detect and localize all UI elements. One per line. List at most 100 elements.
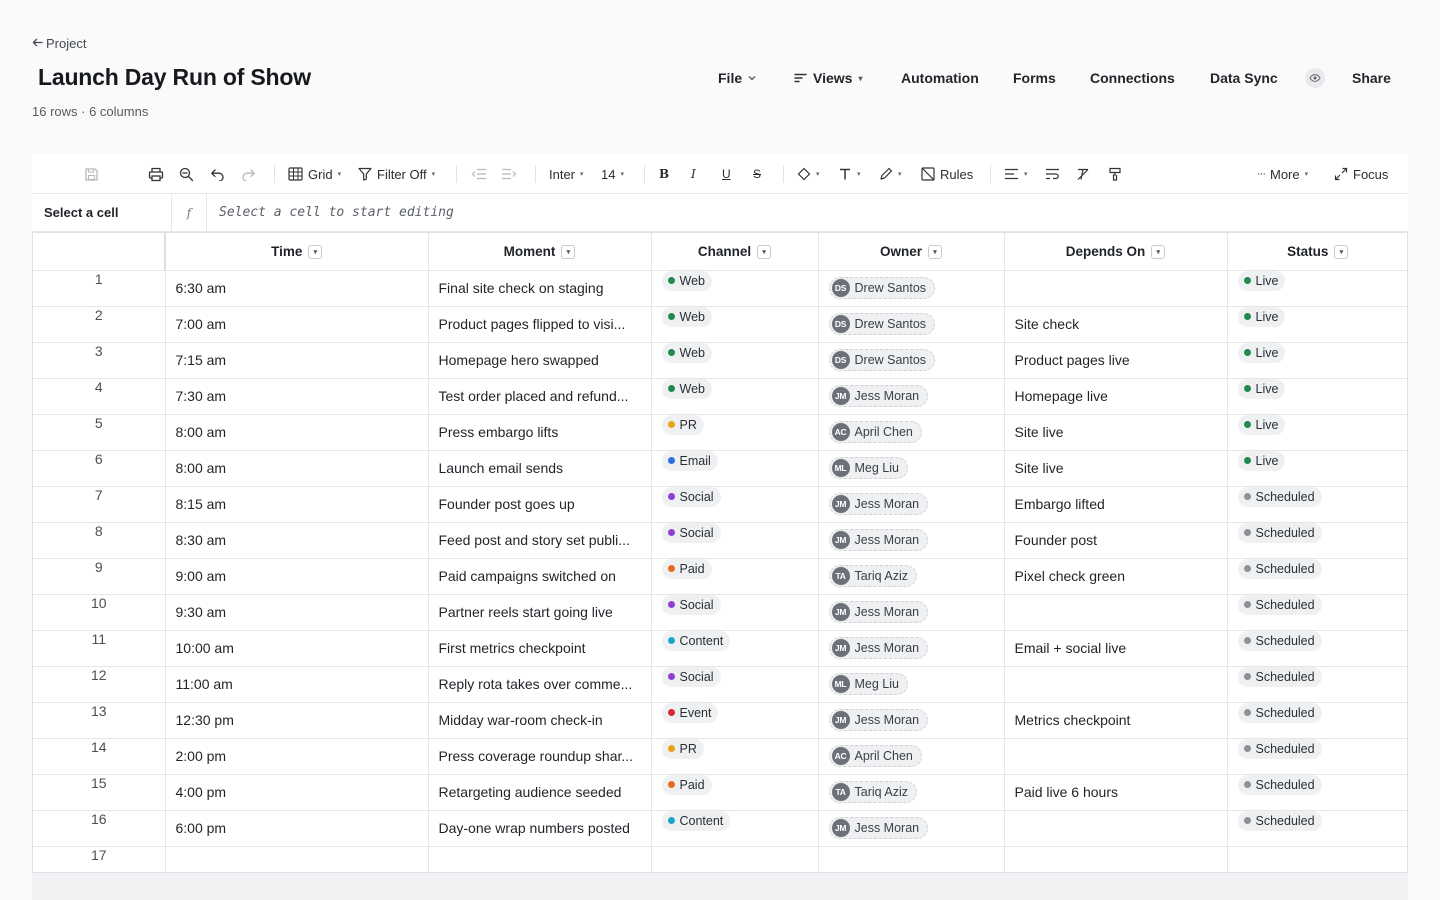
column-header-depends-on[interactable]: Depends On ▾	[1004, 233, 1228, 271]
cell-depends-on[interactable]: Product pages live	[1004, 342, 1228, 379]
cell-moment[interactable]: Press embargo lifts	[428, 414, 652, 451]
cell-status[interactable]: Scheduled	[1227, 522, 1407, 559]
cell-moment[interactable]: Retargeting audience seeded	[428, 774, 652, 811]
cell-channel[interactable]: Social	[651, 594, 819, 631]
row-number[interactable]: 5	[33, 414, 166, 451]
cell-depends-on[interactable]	[1004, 270, 1228, 307]
row-number[interactable]: 6	[33, 450, 166, 487]
empty-cell[interactable]	[651, 846, 819, 872]
cell-owner[interactable]: JM Jess Moran	[818, 522, 1005, 559]
wrap-text-button[interactable]	[1045, 164, 1060, 184]
cell-time[interactable]: 8:00 am	[165, 450, 429, 487]
cell-time[interactable]: 2:00 pm	[165, 738, 429, 775]
font-size-select[interactable]: 14 ▾	[601, 164, 624, 184]
row-number[interactable]: 2	[33, 306, 166, 343]
cell-channel[interactable]: Social	[651, 486, 819, 523]
fill-color-button[interactable]: ▾	[797, 164, 820, 184]
cell-time[interactable]: 7:15 am	[165, 342, 429, 379]
column-header-time[interactable]: Time ▾	[165, 233, 429, 271]
align-button[interactable]: ▾	[1004, 164, 1028, 184]
cell-owner[interactable]: TA Tariq Aziz	[818, 774, 1005, 811]
formula-input[interactable]	[207, 194, 1397, 231]
cell-status[interactable]: Scheduled	[1227, 702, 1407, 739]
border-color-button[interactable]: ▾	[879, 164, 902, 184]
empty-cell[interactable]	[428, 846, 652, 872]
cell-status[interactable]: Live	[1227, 414, 1407, 451]
outdent-button[interactable]	[471, 164, 487, 184]
cell-time[interactable]: 9:30 am	[165, 594, 429, 631]
cell-depends-on[interactable]: Site check	[1004, 306, 1228, 343]
cell-time[interactable]: 7:00 am	[165, 306, 429, 343]
cell-time[interactable]: 8:30 am	[165, 522, 429, 559]
cell-time[interactable]: 10:00 am	[165, 630, 429, 667]
row-number[interactable]: 15	[33, 774, 166, 811]
cell-depends-on[interactable]: Email + social live	[1004, 630, 1228, 667]
row-number[interactable]: 17	[33, 846, 166, 872]
row-number[interactable]: 10	[33, 594, 166, 631]
empty-cell[interactable]	[818, 846, 1005, 872]
cell-moment[interactable]: Midday war-room check-in	[428, 702, 652, 739]
row-number[interactable]: 8	[33, 522, 166, 559]
cell-channel[interactable]: Event	[651, 702, 819, 739]
cell-time[interactable]: 11:00 am	[165, 666, 429, 703]
cell-owner[interactable]: AC April Chen	[818, 414, 1005, 451]
cell-channel[interactable]: Content	[651, 810, 819, 847]
connections-menu[interactable]: Connections	[1090, 66, 1175, 90]
column-menu-icon[interactable]: ▾	[928, 244, 942, 259]
cell-depends-on[interactable]: Pixel check green	[1004, 558, 1228, 595]
cell-time[interactable]: 6:00 pm	[165, 810, 429, 847]
cell-status[interactable]: Scheduled	[1227, 594, 1407, 631]
cell-channel[interactable]: Web	[651, 270, 819, 307]
cell-status[interactable]: Scheduled	[1227, 738, 1407, 775]
strikethrough-button[interactable]: S	[753, 164, 761, 184]
format-painter-button[interactable]	[1108, 164, 1122, 184]
cell-depends-on[interactable]: Site live	[1004, 450, 1228, 487]
column-header-channel[interactable]: Channel ▾	[651, 233, 819, 271]
cell-status[interactable]: Scheduled	[1227, 666, 1407, 703]
column-menu-icon[interactable]: ▾	[1151, 244, 1166, 259]
empty-cell[interactable]	[1004, 846, 1228, 872]
cell-channel[interactable]: PR	[651, 738, 819, 775]
underline-button[interactable]: U	[722, 164, 731, 184]
cell-time[interactable]: 12:30 pm	[165, 702, 429, 739]
share-button[interactable]: Share	[1352, 66, 1391, 90]
cell-time[interactable]: 9:00 am	[165, 558, 429, 595]
cell-depends-on[interactable]	[1004, 738, 1228, 775]
cell-owner[interactable]: JM Jess Moran	[818, 810, 1005, 847]
cell-moment[interactable]: Test order placed and refund...	[428, 378, 652, 415]
cell-time[interactable]: 7:30 am	[165, 378, 429, 415]
cell-depends-on[interactable]	[1004, 594, 1228, 631]
forms-menu[interactable]: Forms	[1013, 66, 1056, 90]
cell-owner[interactable]: JM Jess Moran	[818, 702, 1005, 739]
cell-depends-on[interactable]: Founder post	[1004, 522, 1228, 559]
cell-owner[interactable]: TA Tariq Aziz	[818, 558, 1005, 595]
cell-channel[interactable]: PR	[651, 414, 819, 451]
indent-button[interactable]	[501, 164, 517, 184]
cell-status[interactable]: Live	[1227, 306, 1407, 343]
rules-button[interactable]: Rules	[921, 164, 973, 184]
row-number[interactable]: 11	[33, 630, 166, 667]
column-header-status[interactable]: Status ▾	[1227, 233, 1407, 271]
automation-menu[interactable]: Automation	[901, 66, 979, 90]
row-number[interactable]: 13	[33, 702, 166, 739]
cell-owner[interactable]: AC April Chen	[818, 738, 1005, 775]
cell-moment[interactable]: Paid campaigns switched on	[428, 558, 652, 595]
text-color-button[interactable]: ▾	[838, 164, 861, 184]
cell-time[interactable]: 8:00 am	[165, 414, 429, 451]
row-number[interactable]: 4	[33, 378, 166, 415]
column-header-owner[interactable]: Owner ▾	[818, 233, 1005, 271]
bold-button[interactable]: B	[659, 164, 669, 184]
cell-status[interactable]: Live	[1227, 378, 1407, 415]
more-menu[interactable]: ··· More ▾	[1257, 164, 1308, 184]
cell-moment[interactable]: Day-one wrap numbers posted	[428, 810, 652, 847]
file-menu[interactable]: File	[718, 66, 756, 90]
undo-button[interactable]	[210, 164, 225, 184]
cell-status[interactable]: Scheduled	[1227, 486, 1407, 523]
row-number[interactable]: 12	[33, 666, 166, 703]
preview-button[interactable]	[1305, 66, 1325, 90]
font-family-select[interactable]: Inter ▾	[549, 164, 584, 184]
cell-channel[interactable]: Email	[651, 450, 819, 487]
cell-moment[interactable]: First metrics checkpoint	[428, 630, 652, 667]
zoom-out-button[interactable]	[179, 164, 194, 184]
save-button[interactable]	[84, 164, 99, 184]
